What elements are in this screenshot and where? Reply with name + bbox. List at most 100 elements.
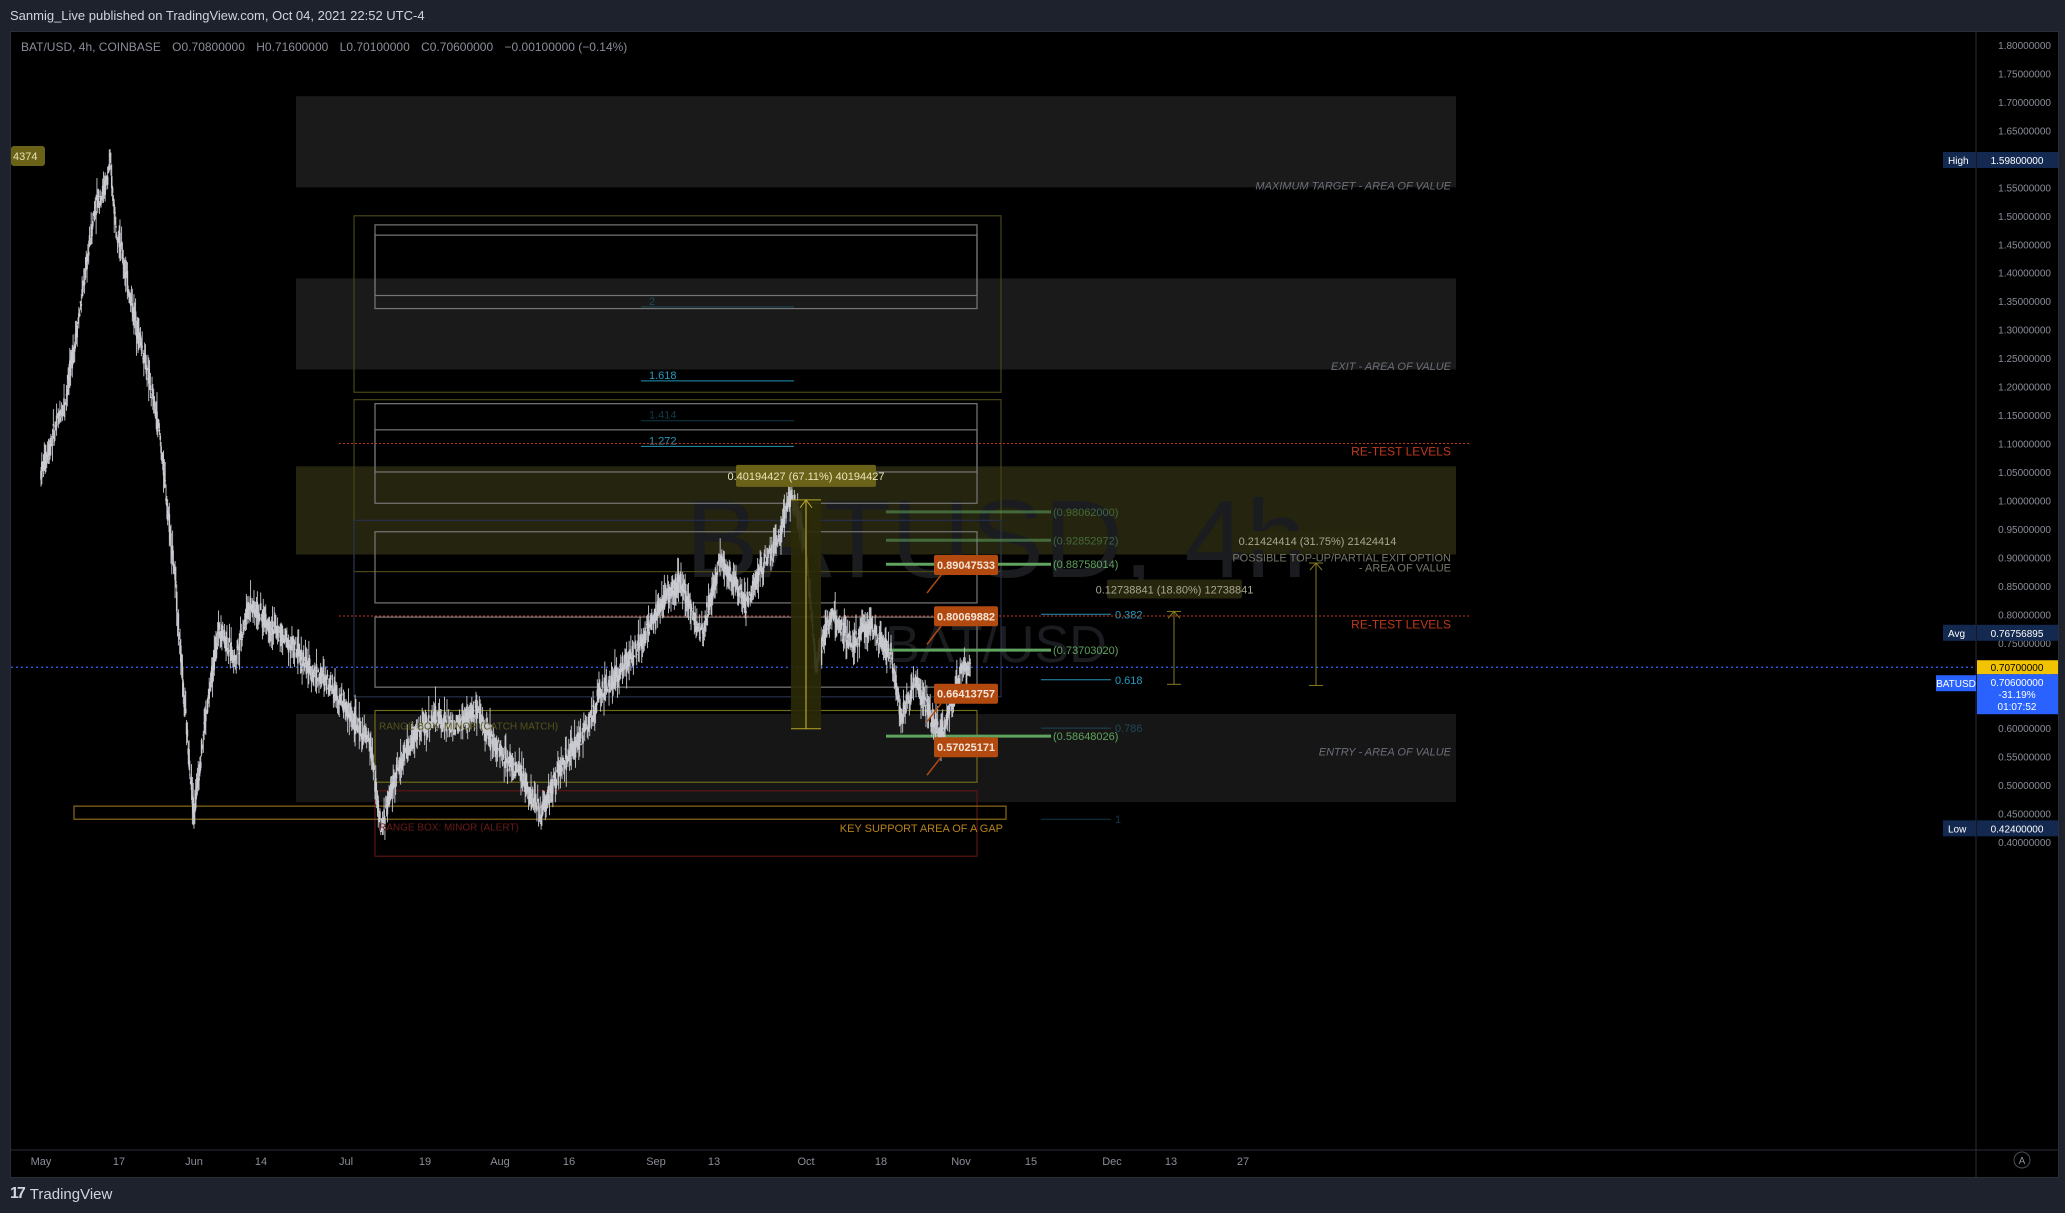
candle-body <box>277 640 280 642</box>
price-tick-label: 1.55000000 <box>1998 183 2051 194</box>
candle-body <box>552 779 554 794</box>
time-tick-label: 14 <box>255 1156 267 1168</box>
left-price-tag-text: 4374 <box>13 151 37 163</box>
candle-body <box>184 708 187 714</box>
candle-body <box>111 187 114 194</box>
candle-body <box>158 430 161 432</box>
green-level-label: (0.92852972) <box>1053 535 1118 547</box>
candle-body <box>501 761 504 764</box>
candle-body <box>912 677 915 684</box>
candle-body <box>623 669 625 671</box>
candle-body <box>747 598 750 603</box>
time-axis[interactable]: May 17 Jun 14 Jul 19 Aug 16 Sep 13 Oct 18 Nov 15 Dec 13… <box>11 1149 2058 1168</box>
time-tick-label: 19 <box>419 1156 431 1168</box>
candle-body <box>408 738 410 744</box>
candle-body <box>745 610 747 614</box>
time-tick-label: 13 <box>708 1156 720 1168</box>
candle-body <box>141 346 143 348</box>
price-tick-label: 1.45000000 <box>1998 240 2051 251</box>
time-tick-label: Jun <box>185 1156 203 1168</box>
orange-level-label: 0.66413757 <box>937 689 995 701</box>
candle-body <box>226 636 228 650</box>
candle-body <box>473 715 476 717</box>
time-tick-label: Sep <box>646 1156 666 1168</box>
time-tick-label: Nov <box>951 1156 971 1168</box>
candle-body <box>905 701 907 713</box>
candle-body <box>186 729 189 737</box>
price-tick-label: 0.55000000 <box>1998 753 2051 764</box>
candle-body <box>181 666 184 680</box>
fib-level-label: 1 <box>1115 814 1121 826</box>
zone-label-key-support: KEY SUPPORT AREA OF A GAP <box>840 823 1003 835</box>
candle-body <box>609 675 611 683</box>
candle-body <box>80 303 83 306</box>
price-axis[interactable]: 1.80000000 1.75000000 1.70000000 1.65000000… <box>1975 32 2051 1177</box>
fib-level-label: 1.414 <box>649 410 677 422</box>
candle-body <box>259 617 261 620</box>
candle-body <box>729 566 731 572</box>
watermark-layer: BATUSD, 4h BAT/USD <box>685 478 1307 674</box>
time-tick-label: 15 <box>1025 1156 1037 1168</box>
candle-body <box>783 509 786 529</box>
time-tick-label: May <box>31 1156 52 1168</box>
chart-frame[interactable]: BATUSD, 4h BAT/USD 2 1.618 1.414 1.272 0.382… <box>10 31 2059 1178</box>
candle-body <box>150 397 153 399</box>
price-tick-label: 1.10000000 <box>1998 440 2051 451</box>
candle-body <box>316 678 319 682</box>
candle-body <box>512 763 515 765</box>
candle-body <box>114 212 116 214</box>
candle-body <box>396 765 399 767</box>
candle-body <box>52 424 55 426</box>
candle-body <box>325 680 328 690</box>
measure-label: 0.40194427 (67.11%) 40194427 <box>728 471 885 483</box>
candle-body <box>633 655 635 657</box>
avg-tag-label: Avg <box>1948 629 1965 640</box>
zone-max-target <box>296 96 1456 188</box>
candle-body <box>115 235 118 237</box>
candle-body <box>563 760 566 769</box>
price-tick-label: 0.50000000 <box>1998 781 2051 792</box>
symbol-tag: BATUSD <box>1936 679 1976 690</box>
price-chart[interactable]: BATUSD, 4h BAT/USD 2 1.618 1.414 1.272 0.382… <box>11 32 2058 1177</box>
candle-body <box>108 163 111 170</box>
price-tick-label: 1.20000000 <box>1998 383 2051 394</box>
time-tick-label: Jul <box>339 1156 353 1168</box>
candle-body <box>83 281 86 285</box>
tradingview-logo[interactable]: 17 TradingView <box>10 1185 112 1203</box>
candle-body <box>127 289 129 294</box>
candle-body <box>764 554 766 557</box>
candle-body <box>856 643 859 645</box>
low-tag-value: 0.42400000 <box>1991 824 2044 835</box>
candle-body <box>170 533 172 547</box>
candle-body <box>149 385 152 390</box>
candle-body <box>360 721 362 723</box>
auto-scale-label[interactable]: A <box>2019 1156 2026 1167</box>
candle-body <box>496 748 499 750</box>
candle-body <box>887 644 890 650</box>
tradingview-brand: TradingView <box>29 1185 113 1203</box>
candle-body <box>303 663 306 668</box>
candle-body <box>694 612 696 625</box>
candle-body <box>706 602 708 608</box>
candle-body <box>106 176 109 185</box>
candle-body <box>164 479 167 481</box>
candle-body <box>645 632 647 641</box>
low-tag-label: Low <box>1948 824 1967 835</box>
measure-3-label: 0.21424414 (31.75%) 21424414 <box>1239 536 1397 548</box>
candle-body <box>157 420 160 424</box>
candle-body <box>59 417 62 422</box>
price-tick-label: 0.90000000 <box>1998 553 2051 564</box>
zone-label-range-catch: RANGE BOX: MINOR (CATCH MATCH) <box>379 721 558 732</box>
price-tick-label: 1.40000000 <box>1998 269 2051 280</box>
price-tick-label: 1.00000000 <box>1998 496 2051 507</box>
candle-body <box>748 592 751 594</box>
candle-body <box>505 747 507 769</box>
candle-body <box>92 221 94 227</box>
zone-label-retest-lower: RE-TEST LEVELS <box>1351 618 1451 632</box>
candle-body <box>841 619 843 626</box>
candle-body <box>936 721 939 726</box>
candle-body <box>159 435 162 440</box>
candle-body <box>175 581 177 584</box>
candle-body <box>502 754 505 759</box>
footer-bar <box>0 1178 2065 1213</box>
